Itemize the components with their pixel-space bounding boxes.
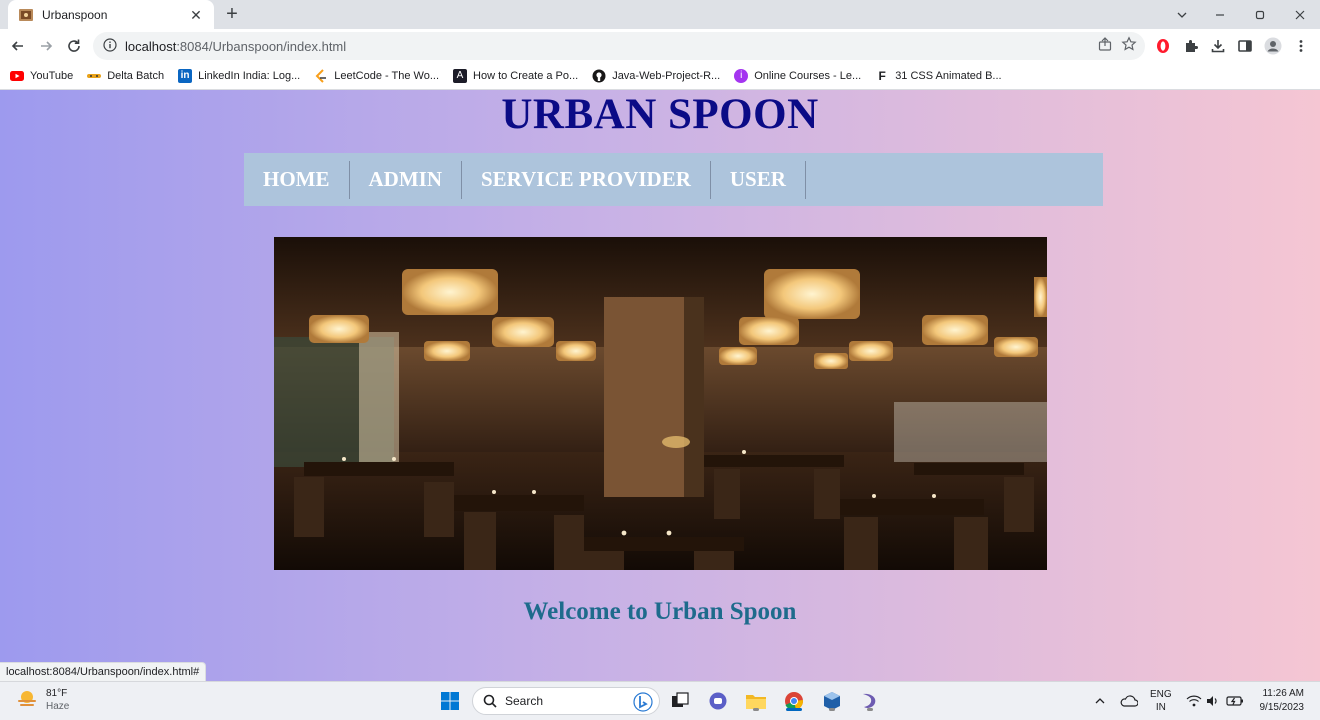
browser-menu-icon[interactable] — [1288, 33, 1314, 59]
show-hidden-icons-button[interactable] — [1094, 682, 1106, 720]
nav-user-link[interactable]: USER — [711, 160, 806, 199]
search-label: Search — [505, 694, 544, 708]
delta-icon — [87, 69, 102, 83]
tab-title: Urbanspoon — [42, 7, 108, 22]
nav-home-link[interactable]: HOME — [244, 160, 350, 199]
profile-avatar-icon[interactable] — [1260, 33, 1286, 59]
virtualbox-icon[interactable] — [820, 689, 844, 713]
weather-temperature: 81°F — [46, 688, 68, 699]
windows-start-icon[interactable] — [438, 689, 462, 713]
new-tab-button[interactable]: + — [222, 4, 242, 25]
opera-extension-icon[interactable] — [1150, 33, 1176, 59]
back-button[interactable] — [5, 33, 31, 59]
close-window-button[interactable] — [1280, 0, 1320, 29]
bookmark-star-icon[interactable] — [1121, 36, 1137, 55]
nav-admin-link[interactable]: ADMIN — [350, 160, 462, 199]
file-explorer-icon[interactable] — [744, 689, 768, 713]
battery-charging-icon[interactable] — [1226, 682, 1244, 720]
search-icon — [483, 694, 497, 708]
github-icon — [592, 69, 606, 83]
leetcode-icon — [314, 68, 328, 83]
tab-strip: Urbanspoon ✕ + — [0, 0, 1320, 29]
site-info-icon[interactable] — [103, 37, 117, 55]
courses-icon: i — [734, 68, 749, 83]
linkedin-icon: in — [178, 68, 193, 83]
downloads-icon[interactable] — [1205, 33, 1231, 59]
weather-widget[interactable]: 81°F Haze — [16, 687, 69, 713]
site-title: URBAN SPOON — [501, 91, 819, 138]
wifi-icon[interactable] — [1186, 682, 1202, 720]
running-indicator — [829, 708, 835, 711]
address-bar[interactable]: localhost:8084/Urbanspoon/index.html — [93, 32, 1145, 60]
onedrive-cloud-icon[interactable] — [1120, 682, 1138, 720]
active-indicator — [786, 708, 802, 711]
clock-date: 9/15/2023 — [1259, 702, 1305, 713]
windows-taskbar: 81°F Haze Search ENG IN 11:26 AM 9/15/20… — [0, 681, 1320, 720]
system-clock[interactable]: 11:26 AM 9/15/2023 — [1260, 687, 1305, 715]
chrome-icon[interactable] — [782, 689, 806, 713]
bookmark-youtube[interactable]: YouTube — [10, 69, 73, 83]
link-status-bar: localhost:8084/Urbanspoon/index.html# — [0, 662, 207, 681]
restaurant-hero-image — [274, 237, 1047, 570]
css-icon: F — [878, 68, 886, 83]
weather-description: Haze — [46, 701, 70, 712]
code-icon: A — [453, 68, 468, 83]
urbanspoon-favicon-icon — [18, 7, 34, 23]
bookmark-delta-batch[interactable]: Delta Batch — [87, 69, 164, 83]
task-view-icon[interactable] — [668, 689, 692, 713]
eclipse-ide-icon[interactable] — [858, 689, 882, 713]
bookmark-linkedin[interactable]: in LinkedIn India: Log... — [178, 68, 300, 83]
volume-icon[interactable] — [1206, 682, 1220, 720]
minimize-window-button[interactable] — [1200, 0, 1240, 29]
forward-button[interactable] — [33, 33, 59, 59]
main-navbar: HOME ADMIN SERVICE PROVIDER USER — [244, 153, 1103, 206]
bookmark-github-java-web[interactable]: Java-Web-Project-R... — [592, 69, 720, 83]
url-text: localhost:8084/Urbanspoon/index.html — [125, 38, 347, 54]
welcome-heading: Welcome to Urban Spoon — [523, 598, 797, 625]
nav-service-provider-link[interactable]: SERVICE PROVIDER — [462, 160, 711, 199]
youtube-icon — [10, 69, 24, 83]
page-content: URBAN SPOON HOME ADMIN SERVICE PROVIDER … — [0, 90, 1320, 681]
clock-time: 11:26 AM — [1262, 688, 1304, 699]
close-tab-icon[interactable]: ✕ — [188, 7, 204, 23]
bing-icon — [633, 692, 653, 715]
teams-chat-icon[interactable] — [706, 689, 730, 713]
running-indicator — [753, 708, 759, 711]
bookmark-online-courses[interactable]: i Online Courses - Le... — [734, 68, 861, 83]
bookmarks-bar: YouTube Delta Batch in LinkedIn India: L… — [0, 62, 1320, 90]
bookmark-css-animated[interactable]: F 31 CSS Animated B... — [875, 68, 1002, 83]
taskbar-search-input[interactable]: Search — [472, 687, 660, 715]
side-panel-icon[interactable] — [1232, 33, 1258, 59]
share-icon[interactable] — [1097, 36, 1113, 55]
running-indicator — [867, 708, 873, 711]
haze-sun-icon — [16, 689, 38, 712]
extensions-puzzle-icon[interactable] — [1178, 33, 1204, 59]
browser-tab[interactable]: Urbanspoon ✕ — [8, 0, 214, 29]
input-language-indicator[interactable]: ENG IN — [1150, 688, 1172, 714]
bookmark-leetcode[interactable]: LeetCode - The Wo... — [314, 68, 439, 83]
reload-button[interactable] — [61, 33, 87, 59]
tab-search-icon[interactable] — [1162, 0, 1202, 29]
browser-toolbar: localhost:8084/Urbanspoon/index.html — [0, 29, 1320, 62]
bookmark-how-to-create[interactable]: A How to Create a Po... — [453, 68, 578, 83]
restore-window-button[interactable] — [1240, 0, 1280, 29]
